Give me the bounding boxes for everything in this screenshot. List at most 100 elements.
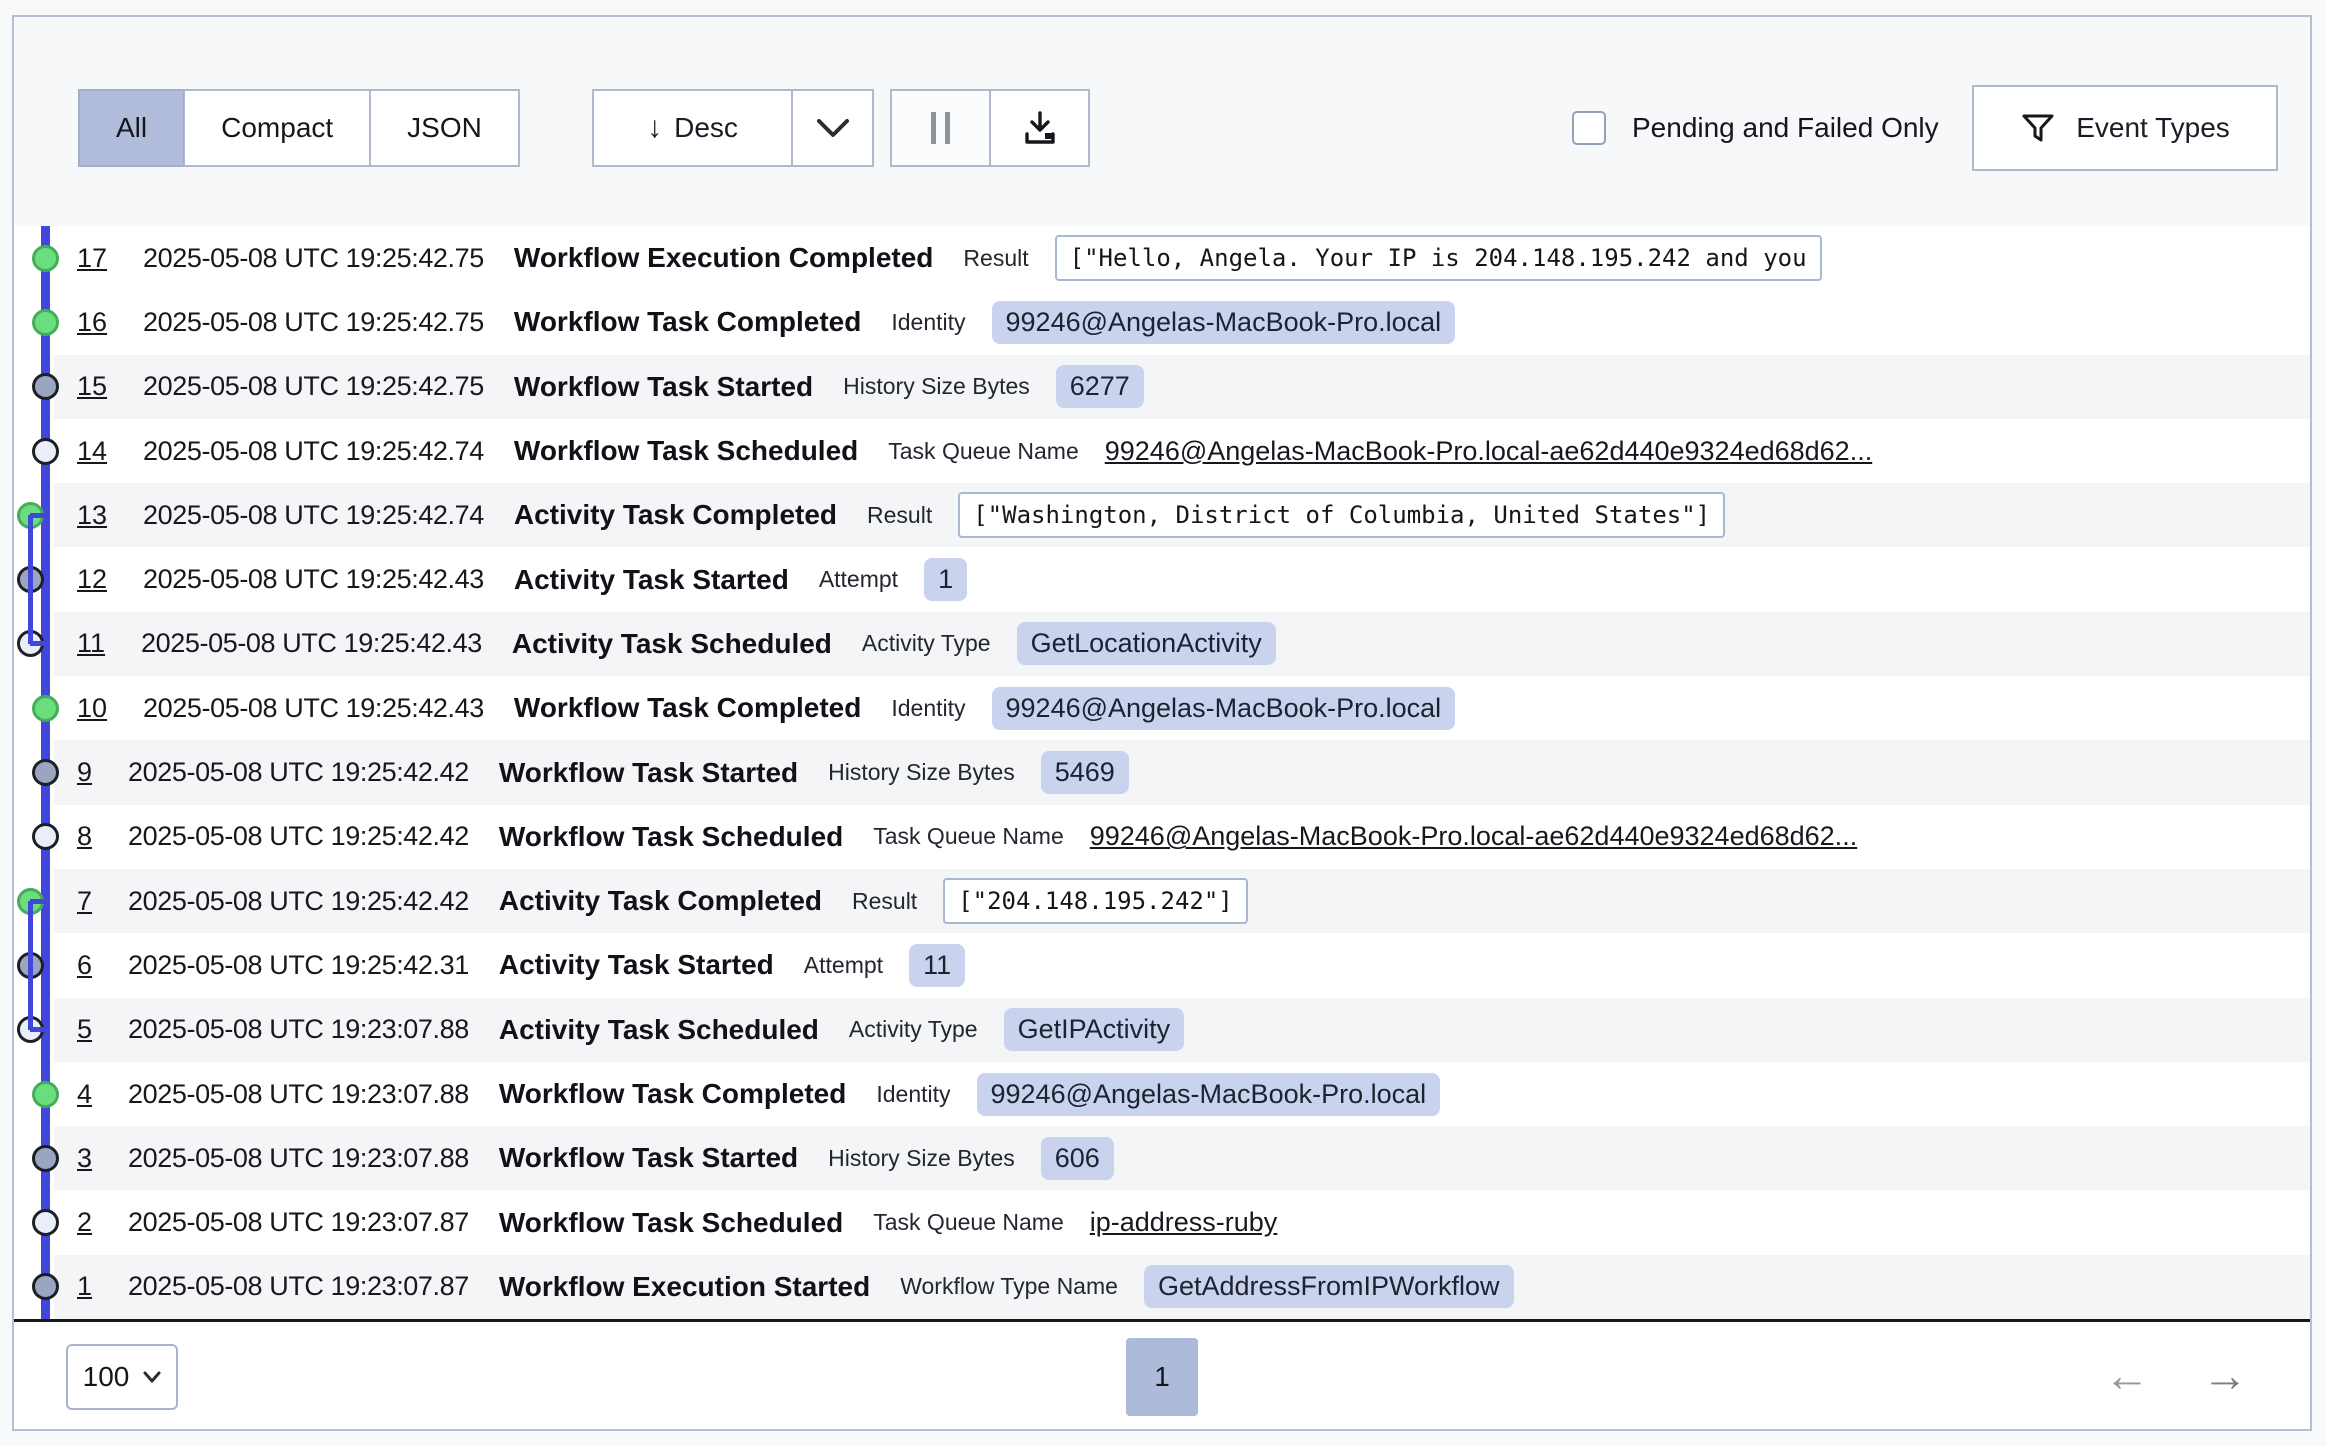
event-row-12[interactable]: 12 2025-05-08 UTC 19:25:42.43 Activity T… xyxy=(54,547,2310,611)
event-rows: 17 2025-05-08 UTC 19:25:42.75 Workflow E… xyxy=(54,226,2310,1319)
event-row-11[interactable]: 11 2025-05-08 UTC 19:25:42.43 Activity T… xyxy=(54,612,2310,676)
event-detail-label: Workflow Type Name xyxy=(900,1273,1118,1300)
event-id-link[interactable]: 15 xyxy=(77,371,107,402)
event-row-2[interactable]: 2 2025-05-08 UTC 19:23:07.87 Workflow Ta… xyxy=(54,1190,2310,1254)
event-detail-label: History Size Bytes xyxy=(843,373,1030,400)
event-id-link[interactable]: 13 xyxy=(77,500,107,531)
event-row-17[interactable]: 17 2025-05-08 UTC 19:25:42.75 Workflow E… xyxy=(54,226,2310,290)
timeline-dot-completed xyxy=(17,502,44,529)
timeline-main-line xyxy=(41,226,50,1319)
event-detail-value-badge: 5469 xyxy=(1041,751,1129,794)
event-row-4[interactable]: 4 2025-05-08 UTC 19:23:07.88 Workflow Ta… xyxy=(54,1062,2310,1126)
event-name: Activity Task Scheduled xyxy=(499,1014,819,1046)
event-timestamp: 2025-05-08 UTC 19:25:42.31 xyxy=(128,950,469,981)
event-detail-label: Attempt xyxy=(819,566,898,593)
tab-json[interactable]: JSON xyxy=(370,89,520,167)
event-detail-value-code: ["Hello, Angela. Your IP is 204.148.195.… xyxy=(1055,235,1822,281)
event-name: Activity Task Started xyxy=(499,949,774,981)
event-id-link[interactable]: 8 xyxy=(77,821,92,852)
event-id-link[interactable]: 9 xyxy=(77,757,92,788)
timeline-dot-started xyxy=(17,566,44,593)
sort-dropdown-button[interactable] xyxy=(792,89,874,167)
event-detail-value-link[interactable]: 99246@Angelas-MacBook-Pro.local-ae62d440… xyxy=(1090,821,1857,852)
event-detail-label: Result xyxy=(852,888,917,915)
page-size-select[interactable]: 100 xyxy=(66,1344,178,1410)
event-timestamp: 2025-05-08 UTC 19:23:07.87 xyxy=(128,1271,469,1302)
event-timestamp: 2025-05-08 UTC 19:25:42.75 xyxy=(143,371,484,402)
event-row-3[interactable]: 3 2025-05-08 UTC 19:23:07.88 Workflow Ta… xyxy=(54,1126,2310,1190)
event-timestamp: 2025-05-08 UTC 19:25:42.43 xyxy=(143,693,484,724)
event-name: Workflow Task Started xyxy=(514,371,813,403)
event-detail-label: Identity xyxy=(891,695,965,722)
event-name: Workflow Execution Completed xyxy=(514,242,934,274)
event-id-link[interactable]: 14 xyxy=(77,436,107,467)
event-timestamp: 2025-05-08 UTC 19:25:42.74 xyxy=(143,500,484,531)
event-timestamp: 2025-05-08 UTC 19:25:42.74 xyxy=(143,436,484,467)
prev-page-arrow-icon[interactable]: ← xyxy=(2104,1340,2150,1410)
event-history-table: 17 2025-05-08 UTC 19:25:42.75 Workflow E… xyxy=(14,226,2310,1322)
event-name: Activity Task Scheduled xyxy=(512,628,832,660)
tab-all[interactable]: All xyxy=(78,89,184,167)
next-page-arrow-icon[interactable]: → xyxy=(2202,1340,2248,1410)
select-chevron-icon xyxy=(143,1371,161,1383)
page-size-value: 100 xyxy=(83,1361,130,1393)
event-id-link[interactable]: 16 xyxy=(77,307,107,338)
event-name: Activity Task Completed xyxy=(514,499,837,531)
event-id-link[interactable]: 2 xyxy=(77,1207,92,1238)
event-id-link[interactable]: 11 xyxy=(77,628,105,659)
filter-funnel-icon xyxy=(2020,110,2056,146)
download-button[interactable] xyxy=(990,89,1090,167)
event-detail-value-badge: 99246@Angelas-MacBook-Pro.local xyxy=(992,687,1456,730)
timeline-branch-connector xyxy=(30,1027,46,1032)
event-id-link[interactable]: 10 xyxy=(77,693,107,724)
event-types-button[interactable]: Event Types xyxy=(1972,85,2278,171)
event-name: Workflow Task Started xyxy=(499,757,798,789)
event-row-15[interactable]: 15 2025-05-08 UTC 19:25:42.75 Workflow T… xyxy=(54,355,2310,419)
event-id-link[interactable]: 17 xyxy=(77,243,107,274)
event-row-9[interactable]: 9 2025-05-08 UTC 19:25:42.42 Workflow Ta… xyxy=(54,740,2310,804)
event-detail-value-badge: 6277 xyxy=(1056,365,1144,408)
event-id-link[interactable]: 1 xyxy=(77,1271,92,1302)
event-detail-label: Result xyxy=(963,245,1028,272)
event-types-label: Event Types xyxy=(2076,112,2230,144)
timeline-branch-connector xyxy=(30,899,46,904)
event-id-link[interactable]: 4 xyxy=(77,1079,92,1110)
timeline-branch-line xyxy=(28,515,33,644)
current-page-button[interactable]: 1 xyxy=(1126,1338,1198,1416)
event-detail-label: Activity Type xyxy=(849,1016,978,1043)
event-name: Workflow Task Scheduled xyxy=(499,821,843,853)
event-detail-value-link[interactable]: 99246@Angelas-MacBook-Pro.local-ae62d440… xyxy=(1105,436,1872,467)
pending-failed-checkbox[interactable] xyxy=(1572,111,1606,145)
event-row-13[interactable]: 13 2025-05-08 UTC 19:25:42.74 Activity T… xyxy=(54,483,2310,547)
event-detail-value-badge: GetIPActivity xyxy=(1004,1008,1185,1051)
event-name: Workflow Execution Started xyxy=(499,1271,870,1303)
event-detail-label: Activity Type xyxy=(862,630,991,657)
event-row-10[interactable]: 10 2025-05-08 UTC 19:25:42.43 Workflow T… xyxy=(54,676,2310,740)
event-detail-label: Task Queue Name xyxy=(888,438,1078,465)
history-io-controls xyxy=(890,89,1090,167)
timeline-branch-connector xyxy=(30,641,46,646)
event-detail-label: Identity xyxy=(876,1081,950,1108)
event-id-link[interactable]: 12 xyxy=(77,564,107,595)
timeline-dot-scheduled xyxy=(17,1016,44,1043)
event-id-link[interactable]: 6 xyxy=(77,950,92,981)
event-row-7[interactable]: 7 2025-05-08 UTC 19:25:42.42 Activity Ta… xyxy=(54,869,2310,933)
event-row-16[interactable]: 16 2025-05-08 UTC 19:25:42.75 Workflow T… xyxy=(54,290,2310,354)
event-detail-label: Result xyxy=(867,502,932,529)
event-row-8[interactable]: 8 2025-05-08 UTC 19:25:42.42 Workflow Ta… xyxy=(54,805,2310,869)
sort-desc-button[interactable]: ↓ Desc xyxy=(592,89,792,167)
event-id-link[interactable]: 3 xyxy=(77,1143,92,1174)
event-row-14[interactable]: 14 2025-05-08 UTC 19:25:42.74 Workflow T… xyxy=(54,419,2310,483)
event-id-link[interactable]: 5 xyxy=(77,1014,92,1045)
event-detail-label: History Size Bytes xyxy=(828,759,1015,786)
event-row-5[interactable]: 5 2025-05-08 UTC 19:23:07.88 Activity Ta… xyxy=(54,998,2310,1062)
pause-button[interactable] xyxy=(890,89,990,167)
event-row-6[interactable]: 6 2025-05-08 UTC 19:25:42.31 Activity Ta… xyxy=(54,933,2310,997)
event-id-link[interactable]: 7 xyxy=(77,886,92,917)
tab-compact[interactable]: Compact xyxy=(184,89,370,167)
event-row-1[interactable]: 1 2025-05-08 UTC 19:23:07.87 Workflow Ex… xyxy=(54,1255,2310,1319)
sort-arrow-down-icon: ↓ xyxy=(647,113,662,143)
event-name: Workflow Task Completed xyxy=(514,306,861,338)
event-detail-value-link[interactable]: ip-address-ruby xyxy=(1090,1207,1278,1238)
sort-control: ↓ Desc xyxy=(592,89,874,167)
